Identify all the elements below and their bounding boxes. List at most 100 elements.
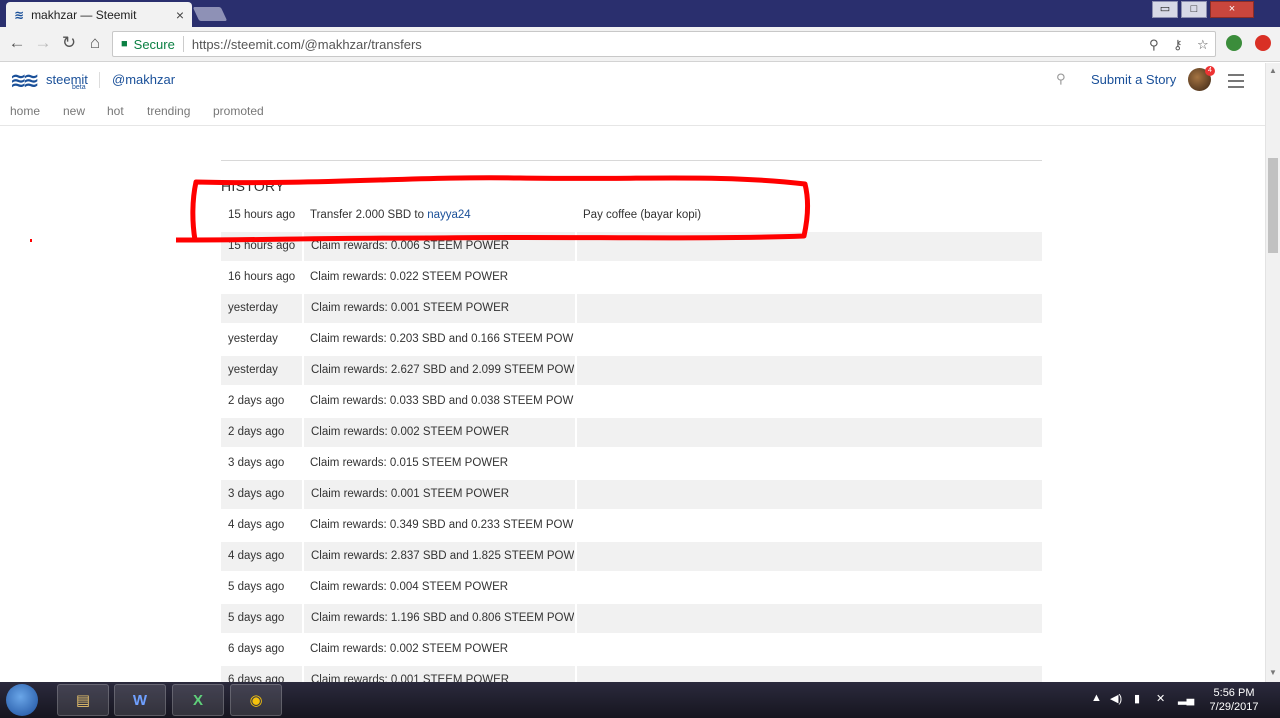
tab-close-icon[interactable]: ×	[176, 7, 184, 23]
row-description: Claim rewards: 0.002 STEEM POWER	[302, 635, 574, 664]
table-row: 6 days ago Claim rewards: 0.001 STEEM PO…	[221, 666, 1042, 682]
table-row: 5 days ago Claim rewards: 1.196 SBD and …	[221, 604, 1042, 633]
hamburger-menu-icon[interactable]	[1228, 74, 1244, 92]
search-icon[interactable]: ⚲	[1056, 71, 1066, 87]
profile-username-link[interactable]: @makhzar	[112, 72, 175, 87]
row-memo	[575, 263, 1042, 292]
excel-icon[interactable]: X	[172, 684, 224, 716]
close-window-button[interactable]: ×	[1210, 1, 1254, 18]
browser-tab[interactable]: ≋ makhzar — Steemit ×	[6, 2, 192, 27]
chrome-icon[interactable]: ◉	[230, 684, 282, 716]
scroll-thumb[interactable]	[1268, 158, 1278, 253]
start-button[interactable]	[6, 684, 38, 716]
table-row: 2 days ago Claim rewards: 0.033 SBD and …	[221, 387, 1042, 416]
scroll-up-icon[interactable]: ▲	[1269, 66, 1277, 75]
windows-taskbar: ▤ W X ◉ ▲ ◀) ▮ ✕ ▂▄ 5:56 PM 7/29/2017	[0, 682, 1280, 718]
row-time: 3 days ago	[228, 488, 285, 500]
file-explorer-icon[interactable]: ▤	[57, 684, 109, 716]
table-row: yesterday Claim rewards: 0.203 SBD and 0…	[221, 325, 1042, 354]
table-row: 6 days ago Claim rewards: 0.002 STEEM PO…	[221, 635, 1042, 664]
omnibox-divider	[182, 36, 184, 52]
row-time: yesterday	[228, 302, 278, 314]
row-description: Claim rewards: 0.001 STEEM POWER	[302, 294, 574, 323]
submit-story-link[interactable]: Submit a Story	[1091, 72, 1176, 87]
url-text: https://steemit.com/@makhzar/transfers	[191, 36, 422, 52]
nav-home[interactable]: home	[10, 104, 40, 118]
history-title: HISTORY	[221, 178, 285, 194]
row-description: Claim rewards: 2.627 SBD and 2.099 STEEM…	[302, 356, 574, 385]
extension-red-icon[interactable]	[1255, 35, 1271, 51]
table-row: 5 days ago Claim rewards: 0.004 STEEM PO…	[221, 573, 1042, 602]
power-icon[interactable]: ▮	[1134, 692, 1140, 705]
recipient-link[interactable]: nayya24	[427, 209, 470, 221]
row-description: Claim rewards: 0.015 STEEM POWER	[302, 449, 574, 478]
row-description: Claim rewards: 1.196 SBD and 0.806 STEEM…	[302, 604, 574, 633]
row-time: 2 days ago	[228, 395, 285, 407]
steemit-favicon-icon: ≋	[14, 7, 25, 22]
nav-hot[interactable]: hot	[107, 104, 124, 118]
address-bar[interactable]: ■ Secure https://steemit.com/@makhzar/tr…	[112, 31, 1216, 57]
browser-toolbar: ← → ↻ ⌂ ■ Secure https://steemit.com/@ma…	[0, 27, 1280, 62]
row-description: Claim rewards: 0.001 STEEM POWER	[302, 666, 574, 682]
row-memo	[575, 232, 1042, 261]
reload-icon[interactable]: ↻	[58, 33, 80, 53]
row-memo	[575, 356, 1042, 385]
word-icon[interactable]: W	[114, 684, 166, 716]
row-time: 5 days ago	[228, 581, 285, 593]
browser-titlebar: ≋ makhzar — Steemit × ▭ □ ×	[0, 0, 1280, 27]
table-row: 16 hours ago Claim rewards: 0.022 STEEM …	[221, 263, 1042, 292]
table-row: yesterday Claim rewards: 2.627 SBD and 2…	[221, 356, 1042, 385]
header-divider	[99, 72, 100, 88]
row-time: 2 days ago	[228, 426, 285, 438]
table-row: 2 days ago Claim rewards: 0.002 STEEM PO…	[221, 418, 1042, 447]
row-time: 15 hours ago	[228, 240, 296, 252]
row-time: 15 hours ago	[228, 209, 296, 221]
secure-label: Secure	[133, 36, 175, 52]
row-memo	[575, 542, 1042, 571]
table-row: yesterday Claim rewards: 0.001 STEEM POW…	[221, 294, 1042, 323]
back-arrow-icon[interactable]: ←	[6, 33, 28, 53]
scroll-down-icon[interactable]: ▼	[1269, 668, 1277, 677]
row-memo	[575, 666, 1042, 682]
logo-beta: beta	[72, 84, 86, 91]
row-desc-text: Transfer 2.000 SBD to	[310, 209, 428, 221]
volume-icon[interactable]: ◀)	[1110, 692, 1122, 705]
row-memo	[575, 387, 1042, 416]
key-icon[interactable]: ⚷	[1173, 37, 1183, 53]
page-scrollbar[interactable]: ▲ ▼	[1265, 63, 1280, 682]
extension-globe-icon[interactable]	[1226, 35, 1242, 51]
tab-title: makhzar — Steemit	[31, 7, 137, 22]
table-row: 15 hours ago Claim rewards: 0.006 STEEM …	[221, 232, 1042, 261]
bookmark-star-icon[interactable]: ☆	[1197, 37, 1209, 53]
row-time: 6 days ago	[228, 643, 285, 655]
signal-icon[interactable]: ▂▄	[1178, 692, 1194, 705]
steemit-logo-icon[interactable]: ≋≋	[10, 68, 39, 93]
nav-promoted[interactable]: promoted	[213, 104, 264, 118]
notification-badge: 4	[1205, 66, 1215, 76]
row-memo	[575, 604, 1042, 633]
tray-expand-icon[interactable]: ▲	[1091, 692, 1102, 704]
row-description: Claim rewards: 0.001 STEEM POWER	[302, 480, 574, 509]
network-blocked-icon[interactable]: ✕	[1156, 692, 1165, 705]
clock-time: 5:56 PM	[1213, 687, 1255, 699]
taskbar-clock[interactable]: 5:56 PM 7/29/2017	[1206, 686, 1262, 714]
row-description: Transfer 2.000 SBD to nayya24	[302, 201, 574, 230]
nav-trending[interactable]: trending	[147, 104, 190, 118]
row-memo	[575, 294, 1042, 323]
row-time: yesterday	[228, 364, 278, 376]
content-divider	[221, 160, 1042, 161]
row-memo	[575, 480, 1042, 509]
row-description: Claim rewards: 0.002 STEEM POWER	[302, 418, 574, 447]
nav-new[interactable]: new	[63, 104, 85, 118]
row-description: Claim rewards: 0.349 SBD and 0.233 STEEM…	[302, 511, 574, 540]
forward-arrow-icon[interactable]: →	[32, 33, 54, 53]
row-description: Claim rewards: 0.033 SBD and 0.038 STEEM…	[302, 387, 574, 416]
new-tab-button[interactable]	[192, 7, 228, 21]
zoom-icon[interactable]: ⚲	[1149, 37, 1159, 53]
minimize-button[interactable]: ▭	[1152, 1, 1178, 18]
home-icon[interactable]: ⌂	[84, 33, 106, 53]
row-description: Claim rewards: 0.004 STEEM POWER	[302, 573, 574, 602]
row-description: Claim rewards: 0.203 SBD and 0.166 STEEM…	[302, 325, 574, 354]
site-header: ≋≋ steemit beta @makhzar ⚲ Submit a Stor…	[0, 63, 1265, 96]
maximize-button[interactable]: □	[1181, 1, 1207, 18]
